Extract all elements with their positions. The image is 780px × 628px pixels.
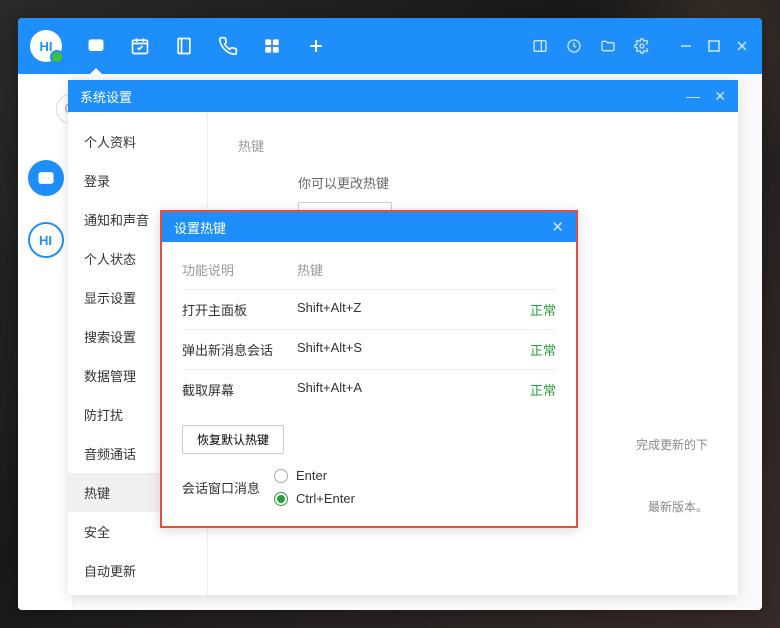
settings-dialog-header: 系统设置 — ✕ — [68, 80, 738, 112]
hotkey-func: 截取屏幕 — [182, 380, 297, 399]
phone-icon[interactable] — [218, 36, 238, 56]
send-option[interactable]: Ctrl+Enter — [274, 491, 355, 506]
titlebar: HI HI — [18, 18, 762, 74]
minimize-button[interactable] — [678, 38, 694, 54]
contact-avatar-2[interactable]: HI — [28, 222, 64, 258]
svg-text:HI: HI — [92, 41, 100, 50]
radio-icon[interactable] — [274, 469, 288, 483]
panel-icon[interactable] — [532, 38, 548, 54]
settings-change-text: 你可以更改热键 — [298, 173, 708, 192]
restore-default-button[interactable]: 恢复默认热键 — [182, 425, 284, 454]
hotkey-key[interactable]: Shift+Alt+S — [297, 340, 506, 359]
sidebar-item[interactable]: 登录 — [68, 161, 207, 200]
hotkey-dialog-title: 设置热键 — [174, 218, 226, 237]
titlebar-right — [532, 38, 750, 54]
settings-section-label: 热键 — [238, 139, 264, 154]
settings-minimize-button[interactable]: — — [686, 89, 700, 103]
hotkey-send-section: 会话窗口消息 Enter Ctrl+Enter — [182, 468, 556, 506]
sidebar-item[interactable]: 个人资料 — [68, 122, 207, 161]
settings-dialog-title: 系统设置 — [80, 87, 132, 106]
calendar-icon[interactable] — [130, 36, 150, 56]
hotkey-status: 正常 — [506, 340, 556, 359]
window-controls — [678, 38, 750, 54]
radio-icon[interactable] — [274, 492, 288, 506]
gear-icon[interactable] — [634, 38, 650, 54]
settings-close-button[interactable]: ✕ — [714, 89, 726, 103]
add-icon[interactable] — [306, 36, 326, 56]
hotkey-row: 打开主面板Shift+Alt+Z正常 — [182, 289, 556, 329]
hotkey-table-head: 功能说明 热键 — [182, 260, 556, 289]
maximize-button[interactable] — [706, 38, 722, 54]
hotkey-row: 弹出新消息会话Shift+Alt+S正常 — [182, 329, 556, 369]
hotkey-status: 正常 — [506, 380, 556, 399]
hotkey-key[interactable]: Shift+Alt+A — [297, 380, 506, 399]
close-button[interactable] — [734, 38, 750, 54]
sidebar-item[interactable]: 自动更新 — [68, 551, 207, 590]
send-option[interactable]: Enter — [274, 468, 355, 483]
hotkey-close-button[interactable]: ✕ — [551, 218, 564, 236]
user-avatar[interactable]: HI — [30, 30, 62, 62]
hotkey-row: 截取屏幕Shift+Alt+A正常 — [182, 369, 556, 409]
history-icon[interactable] — [566, 38, 582, 54]
hotkey-dialog: 设置热键 ✕ 功能说明 热键 打开主面板Shift+Alt+Z正常弹出新消息会话… — [160, 210, 578, 528]
chat-icon[interactable]: HI — [86, 36, 106, 56]
left-pane: HI — [18, 74, 74, 610]
apps-icon[interactable] — [262, 36, 282, 56]
hotkey-status: 正常 — [506, 300, 556, 319]
send-label: 会话窗口消息 — [182, 478, 260, 497]
hotkey-col-key: 热键 — [297, 260, 556, 279]
hotkey-func: 弹出新消息会话 — [182, 340, 297, 359]
hotkey-key[interactable]: Shift+Alt+Z — [297, 300, 506, 319]
send-option-label: Ctrl+Enter — [296, 491, 355, 506]
send-option-label: Enter — [296, 468, 327, 483]
notebook-icon[interactable] — [174, 36, 194, 56]
contact-avatar-1[interactable] — [28, 160, 64, 196]
hotkey-body: 功能说明 热键 打开主面板Shift+Alt+Z正常弹出新消息会话Shift+A… — [162, 242, 576, 526]
folder-icon[interactable] — [600, 38, 616, 54]
hotkey-func: 打开主面板 — [182, 300, 297, 319]
hotkey-dialog-header: 设置热键 ✕ — [162, 212, 576, 242]
titlebar-left: HI HI — [30, 30, 326, 62]
hotkey-col-func: 功能说明 — [182, 260, 297, 279]
